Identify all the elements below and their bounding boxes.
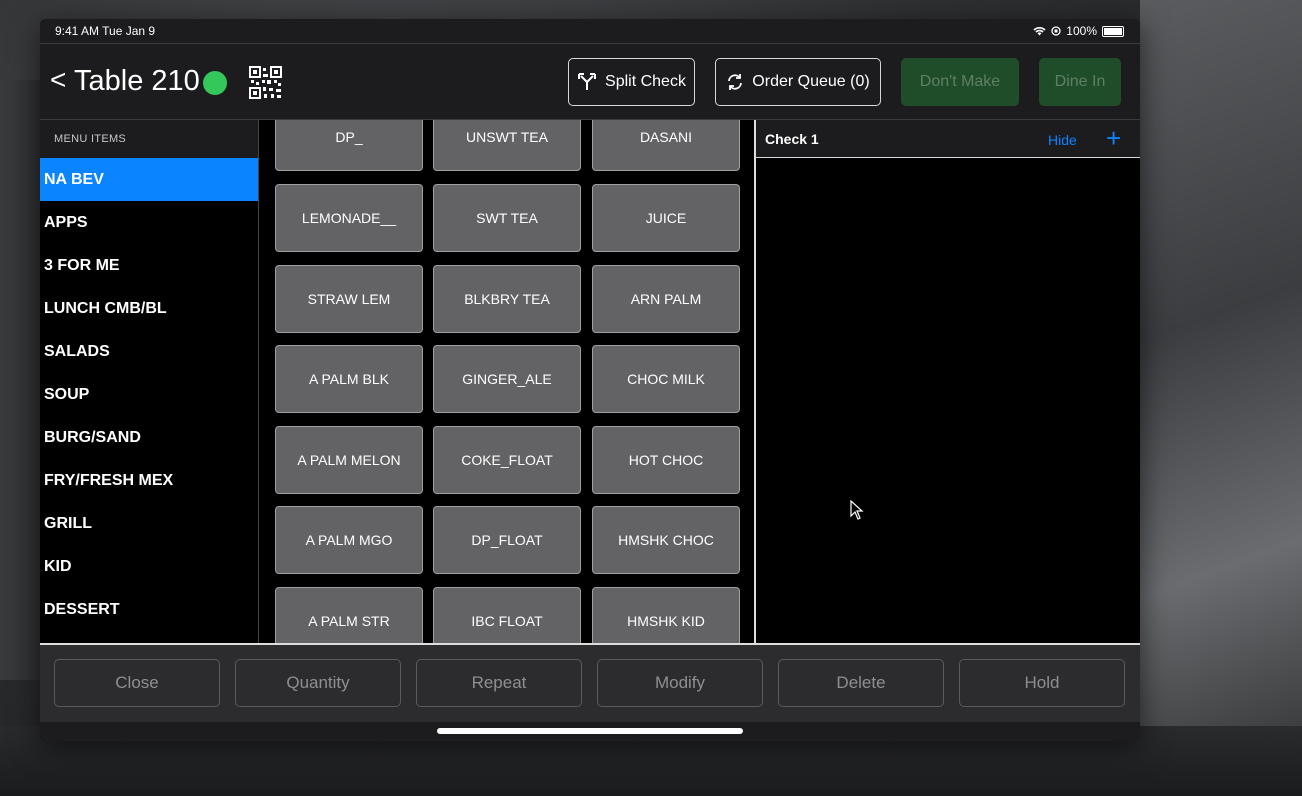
refresh-icon bbox=[728, 74, 743, 90]
page-title: Table 210 bbox=[74, 65, 200, 97]
menu-item-button[interactable]: IBC FLOAT bbox=[433, 587, 581, 643]
check-title: Check 1 bbox=[765, 131, 819, 147]
category-kid[interactable]: KID bbox=[40, 545, 258, 588]
battery-percent: 100% bbox=[1066, 24, 1097, 38]
menu-item-button[interactable]: SWT TEA bbox=[433, 184, 581, 252]
menu-item-button[interactable]: A PALM MELON bbox=[275, 426, 423, 494]
modify-button[interactable]: Modify bbox=[597, 659, 763, 707]
delete-button[interactable]: Delete bbox=[778, 659, 944, 707]
category-lunch-cmb-bl[interactable]: LUNCH CMB/BL bbox=[40, 287, 258, 330]
quantity-button[interactable]: Quantity bbox=[235, 659, 401, 707]
check-header: Check 1 Hide + bbox=[756, 120, 1140, 158]
pos-device-screen: 9:41 AM Tue Jan 9 100% < Table 210 Split… bbox=[40, 19, 1140, 741]
menu-item-button[interactable]: A PALM STR bbox=[275, 587, 423, 643]
top-bar: < Table 210 Split Check Order Queue (0) bbox=[40, 43, 1140, 120]
status-indicators: 100% bbox=[1033, 24, 1124, 38]
orientation-lock-icon bbox=[1051, 26, 1061, 36]
menu-categories-sidebar: MENU ITEMS NA BEV APPS 3 FOR ME LUNCH CM… bbox=[40, 120, 259, 643]
category-apps[interactable]: APPS bbox=[40, 201, 258, 244]
menu-item-button[interactable]: HMSHK KID bbox=[592, 587, 740, 643]
status-bar: 9:41 AM Tue Jan 9 100% bbox=[40, 19, 1140, 43]
close-button[interactable]: Close bbox=[54, 659, 220, 707]
menu-item-button[interactable]: A PALM MGO bbox=[275, 506, 423, 574]
menu-item-button[interactable]: CHOC MILK bbox=[592, 345, 740, 413]
mouse-cursor-icon bbox=[850, 500, 864, 520]
category-fry-fresh-mex[interactable]: FRY/FRESH MEX bbox=[40, 459, 258, 502]
action-bar: Close Quantity Repeat Modify Delete Hold bbox=[40, 643, 1140, 722]
menu-item-button[interactable]: DP_FLOAT bbox=[433, 506, 581, 574]
dine-in-button[interactable]: Dine In bbox=[1039, 58, 1121, 106]
hide-check-link[interactable]: Hide bbox=[1048, 132, 1077, 148]
category-soup[interactable]: SOUP bbox=[40, 373, 258, 416]
order-queue-button[interactable]: Order Queue (0) bbox=[715, 58, 881, 106]
category-burg-sand[interactable]: BURG/SAND bbox=[40, 416, 258, 459]
category-salads[interactable]: SALADS bbox=[40, 330, 258, 373]
add-check-icon[interactable]: + bbox=[1106, 124, 1121, 152]
split-arrows-icon bbox=[578, 73, 597, 90]
menu-item-button[interactable]: LEMONADE__ bbox=[275, 184, 423, 252]
split-check-label: Split Check bbox=[605, 73, 686, 90]
sidebar-heading: MENU ITEMS bbox=[40, 120, 258, 158]
menu-item-button[interactable]: A PALM BLK bbox=[275, 345, 423, 413]
menu-item-button[interactable]: BLKBRY TEA bbox=[433, 265, 581, 333]
menu-item-button[interactable]: HOT CHOC bbox=[592, 426, 740, 494]
check-panel: Check 1 Hide + bbox=[756, 120, 1140, 643]
dont-make-button[interactable]: Don't Make bbox=[901, 58, 1019, 106]
category-3-for-me[interactable]: 3 FOR ME bbox=[40, 244, 258, 287]
menu-item-button[interactable]: GINGER_ALE bbox=[433, 345, 581, 413]
menu-item-button[interactable]: DP_ bbox=[275, 120, 423, 171]
hold-button[interactable]: Hold bbox=[959, 659, 1125, 707]
home-indicator-area bbox=[40, 722, 1140, 741]
menu-item-button[interactable]: ARN PALM bbox=[592, 265, 740, 333]
status-dot bbox=[203, 71, 227, 95]
status-time: 9:41 AM Tue Jan 9 bbox=[55, 24, 156, 38]
menu-item-button[interactable]: JUICE bbox=[592, 184, 740, 252]
menu-item-button[interactable]: HMSHK CHOC bbox=[592, 506, 740, 574]
home-indicator[interactable] bbox=[437, 728, 743, 734]
battery-icon bbox=[1102, 25, 1124, 37]
qr-code-icon[interactable] bbox=[249, 66, 282, 99]
split-check-button[interactable]: Split Check bbox=[568, 58, 695, 106]
repeat-button[interactable]: Repeat bbox=[416, 659, 582, 707]
menu-item-grid: DP_ UNSWT TEA DASANI LEMONADE__ SWT TEA … bbox=[260, 120, 756, 643]
category-dessert[interactable]: DESSERT bbox=[40, 588, 258, 631]
back-chevron-icon[interactable]: < bbox=[50, 66, 66, 94]
menu-item-button[interactable]: DASANI bbox=[592, 120, 740, 171]
menu-item-button[interactable]: COKE_FLOAT bbox=[433, 426, 581, 494]
category-na-bev[interactable]: NA BEV bbox=[40, 158, 258, 201]
category-grill[interactable]: GRILL bbox=[40, 502, 258, 545]
menu-item-button[interactable]: UNSWT TEA bbox=[433, 120, 581, 171]
menu-item-button[interactable]: STRAW LEM bbox=[275, 265, 423, 333]
wifi-icon bbox=[1033, 27, 1046, 36]
order-queue-label: Order Queue (0) bbox=[752, 73, 870, 90]
